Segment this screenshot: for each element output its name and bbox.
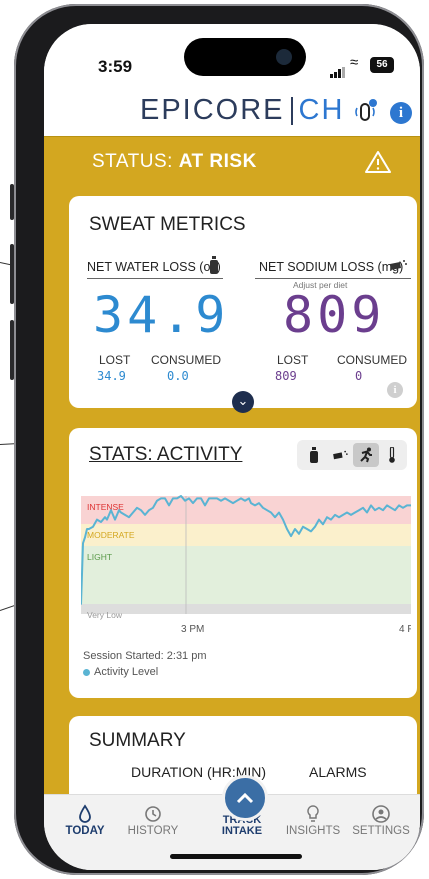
- battery-icon: 56: [370, 57, 394, 73]
- sodium-lost-label: LOST: [277, 353, 309, 367]
- band-label-1: MODERATE: [87, 530, 135, 540]
- x-tick-label: 4 PM: [399, 624, 411, 635]
- alarms-label: ALARMS: [309, 764, 367, 780]
- nav-insights[interactable]: INSIGHTS: [278, 803, 348, 837]
- water-lost-value: 34.9: [97, 369, 126, 383]
- sodium-lost-value: 809: [275, 369, 297, 383]
- drop-icon: [79, 804, 91, 823]
- dynamic-island: [184, 38, 306, 76]
- activity-chart: INTENSEMODERATELIGHTVery Low3 PM4 PM: [81, 495, 411, 635]
- thermometer-tab[interactable]: [379, 443, 405, 467]
- session-start-text: Session Started: 2:31 pm: [83, 650, 207, 662]
- runner-tab[interactable]: [353, 443, 379, 467]
- status-banner: STATUS: AT RISK: [44, 136, 420, 183]
- water-loss-header: NET WATER LOSS (oz): [87, 260, 221, 274]
- activity-card: STATS: ACTIVITY INTENSE MODERATE LIGHT Very…: [69, 428, 417, 698]
- bottom-navigation: TODAY HISTORY TRACK INTAKE INSIGHTS SETT…: [44, 775, 420, 870]
- nav-settings[interactable]: SETTINGS: [346, 803, 416, 837]
- expand-chevron-button[interactable]: ⌄: [232, 391, 254, 413]
- salt-shaker-tab[interactable]: [327, 443, 353, 467]
- water-consumed-label: CONSUMED: [151, 353, 222, 367]
- dashboard: STATUS: AT RISK SWEAT METRICS NET WATER …: [44, 136, 420, 806]
- x-tick-label: 3 PM: [181, 624, 204, 635]
- bottle-tab[interactable]: [301, 443, 327, 467]
- wifi-icon: ≈: [350, 54, 359, 71]
- chart-legend: Activity Level: [83, 666, 158, 678]
- ios-status-bar: 3:59 ≈ 56: [44, 24, 420, 90]
- clock: 3:59: [98, 57, 133, 76]
- sodium-consumed-value: 0: [355, 369, 363, 383]
- sodium-loss-header: NET SODIUM LOSS (mg): [259, 260, 404, 274]
- track-intake-button[interactable]: [222, 775, 268, 821]
- water-lost-label: LOST: [99, 353, 131, 367]
- water-consumed-value: 0.0: [167, 369, 189, 383]
- water-loss-value: 34.9: [93, 286, 230, 344]
- sweat-metrics-card: SWEAT METRICS NET WATER LOSS (oz) 34.9 L…: [69, 196, 417, 408]
- phone-frame: 3:59 ≈ 56 EPICORE CH i STATUS: AT RISK S…: [10, 4, 424, 875]
- band-label-2: LIGHT: [87, 552, 112, 562]
- home-indicator: [170, 854, 302, 859]
- metrics-info-icon[interactable]: i: [387, 382, 403, 398]
- salt-shaker-icon: [390, 260, 407, 270]
- user-circle-icon: [372, 805, 390, 823]
- epicore-logo: EPICORE CH: [140, 94, 345, 126]
- app-screen: 3:59 ≈ 56 EPICORE CH i STATUS: AT RISK S…: [44, 24, 420, 870]
- nav-today[interactable]: TODAY: [50, 803, 120, 837]
- signal-icon: [330, 60, 346, 78]
- info-button[interactable]: i: [390, 102, 412, 124]
- stat-tabs: [297, 440, 407, 470]
- legend-swatch: [83, 668, 90, 676]
- status-text: STATUS: AT RISK: [92, 151, 257, 172]
- sensor-connected-icon[interactable]: [352, 98, 378, 124]
- band-label-3: Very Low: [87, 610, 123, 620]
- sweat-metrics-title: SWEAT METRICS: [89, 214, 246, 235]
- duration-label: DURATION (HR:MIN): [131, 764, 267, 780]
- app-header: EPICORE CH i: [44, 90, 420, 136]
- history-icon: [145, 806, 161, 822]
- band-light: [81, 546, 411, 604]
- summary-title: SUMMARY: [89, 730, 186, 751]
- sodium-loss-value: 809: [283, 286, 386, 344]
- nav-history[interactable]: HISTORY: [118, 803, 188, 837]
- activity-title: STATS: ACTIVITY: [89, 444, 243, 465]
- chevron-up-icon: [236, 792, 254, 804]
- lightbulb-icon: [307, 805, 319, 822]
- band-very-low: [81, 604, 411, 614]
- bottle-icon: [210, 256, 218, 274]
- sodium-consumed-label: CONSUMED: [337, 353, 408, 367]
- warning-icon[interactable]: [364, 150, 392, 174]
